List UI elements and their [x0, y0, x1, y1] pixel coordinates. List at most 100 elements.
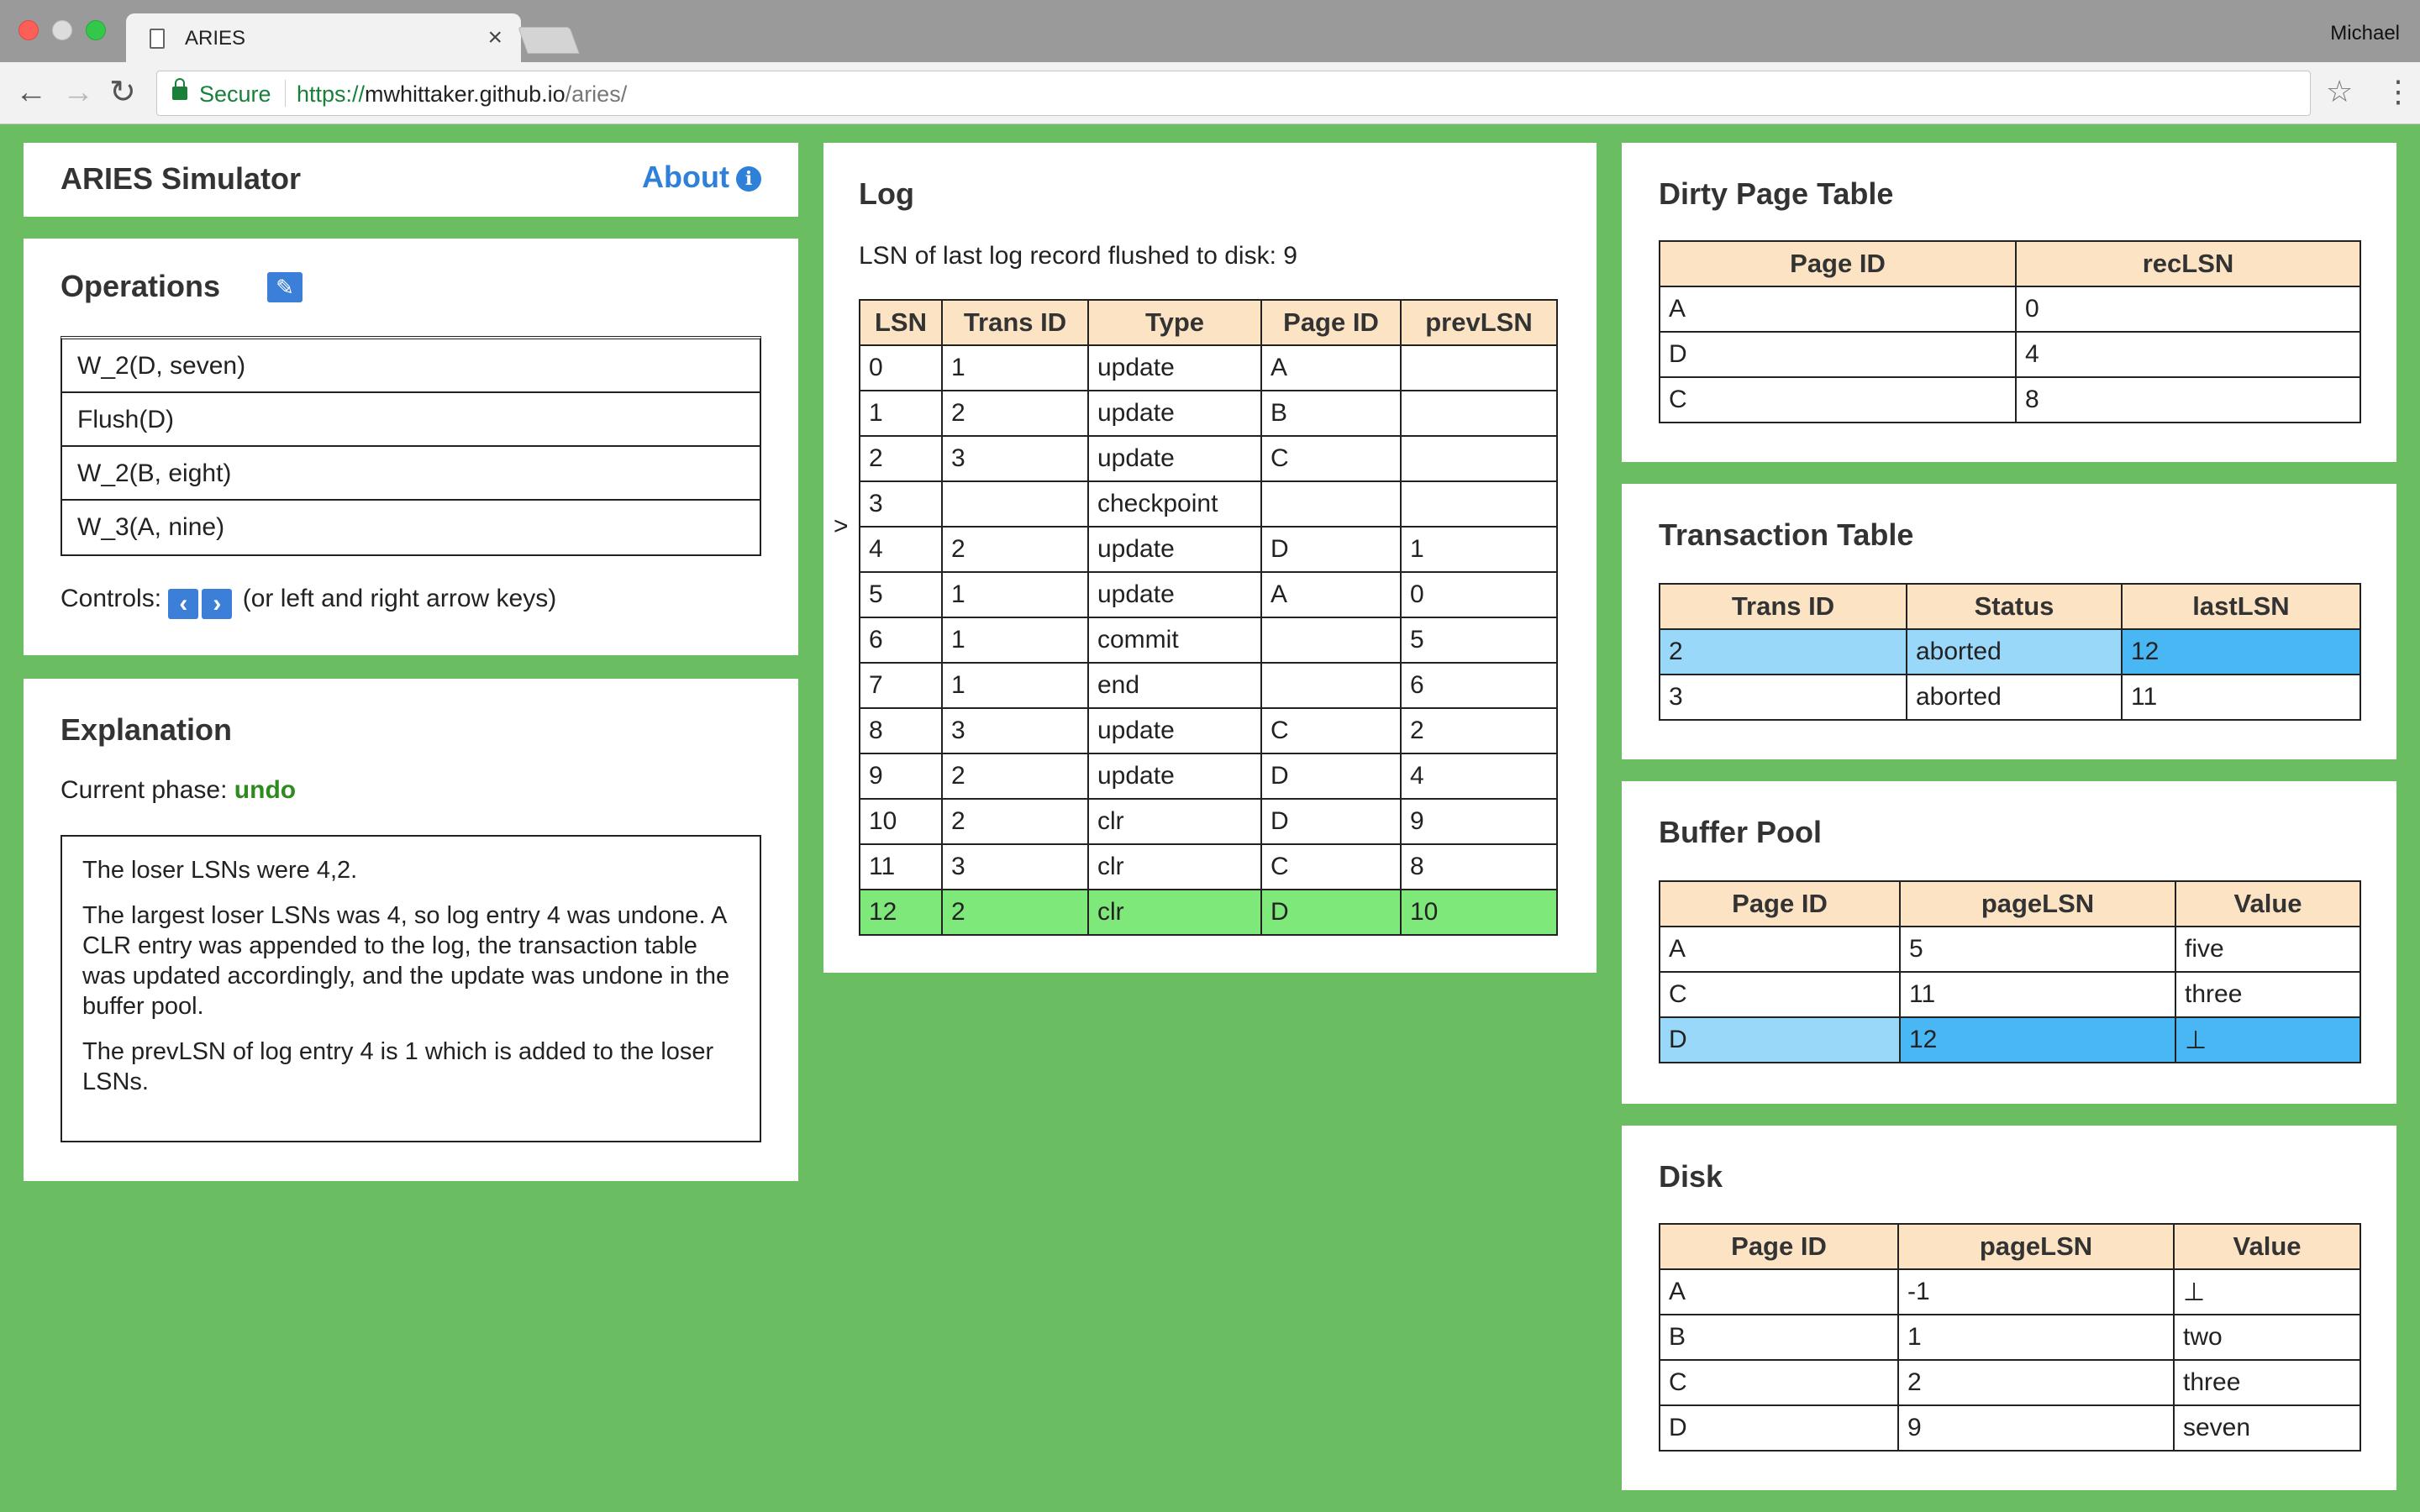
browser-tab-aries[interactable]: ARIES × — [126, 13, 521, 64]
table-cell: 2 — [1400, 707, 1558, 754]
table-cell: D — [1260, 889, 1402, 936]
table-cell: D — [1659, 1404, 1899, 1452]
table-cell: D — [1260, 753, 1402, 800]
table-cell — [941, 480, 1089, 528]
table-row: D4 — [1659, 331, 2361, 378]
table-cell: 3 — [941, 707, 1089, 754]
close-window-button[interactable] — [18, 20, 39, 40]
table-cell: 11 — [2121, 674, 2361, 721]
reload-icon[interactable]: ↻ — [109, 76, 136, 109]
table-row-updated: 2 aborted 12 — [1659, 628, 2361, 675]
table-cell: 2 — [859, 435, 943, 482]
controls-hint: (or left and right arrow keys) — [242, 585, 557, 612]
edit-pencil-icon[interactable]: ✎ — [267, 272, 302, 302]
column-header: prevLSN — [1400, 299, 1558, 346]
browser-menu-icon[interactable]: ⋮ — [2383, 74, 2413, 109]
operations-title: Operations — [60, 269, 221, 303]
table-cell: A — [1659, 1268, 1899, 1315]
back-arrow-icon[interactable]: ← — [15, 76, 47, 109]
table-row: A -1 ⊥ — [1659, 1268, 2361, 1315]
table-cell: A — [1260, 571, 1402, 618]
table-cell: clr — [1087, 889, 1262, 936]
forward-arrow-icon[interactable]: → — [62, 76, 94, 109]
table-cell: 6 — [1400, 662, 1558, 709]
table-cell: 12 — [2121, 628, 2361, 675]
table-cell: 7 — [859, 662, 943, 709]
operation-item: W_3(A, nine) — [77, 513, 225, 541]
disk-table: Page ID pageLSN Value A -1 ⊥ B 1 two C 2 three… — [1659, 1223, 2361, 1452]
table-row: B 1 two — [1659, 1314, 2361, 1361]
table-cell: ⊥ — [2175, 1016, 2361, 1063]
profile-name[interactable]: Michael — [2330, 22, 2400, 45]
url-path: /aries/ — [565, 81, 628, 107]
minimize-window-button[interactable] — [52, 20, 72, 40]
step-forward-button[interactable]: › — [202, 589, 233, 619]
flushed-lsn-text: LSN of last log record flushed to disk: … — [859, 242, 1297, 270]
info-icon: i — [736, 166, 761, 192]
column-header: Value — [2175, 880, 2361, 927]
log-row: 4 2 update D 1 — [859, 526, 1558, 573]
lock-icon — [172, 78, 187, 100]
column-header: Trans ID — [1659, 583, 1907, 630]
table-cell: 0 — [2015, 286, 2361, 333]
table-cell: commit — [1087, 617, 1262, 664]
log-row-new: 12 2 clr D 10 — [859, 889, 1558, 936]
table-cell: 3 — [941, 435, 1089, 482]
table-row: A 5 five — [1659, 926, 2361, 973]
table-cell: aborted — [1906, 628, 2123, 675]
maximize-window-button[interactable] — [86, 20, 106, 40]
table-cell: 2 — [1897, 1359, 2175, 1406]
table-row: A0 — [1659, 286, 2361, 333]
dirty-page-table-panel: Dirty Page Table Page ID recLSN A0 D4 C8 — [1622, 143, 2396, 462]
table-header-row: Page ID recLSN — [1659, 240, 2361, 287]
controls-row: Controls: ‹ › (or left and right arrow ke… — [60, 585, 556, 619]
table-cell: 2 — [1659, 628, 1907, 675]
log-row: 11 3 clr C 8 — [859, 843, 1558, 890]
table-cell: 5 — [1899, 926, 2176, 973]
table-cell: 8 — [859, 707, 943, 754]
explanation-title: Explanation — [60, 712, 233, 747]
table-cell: 2 — [941, 526, 1089, 573]
table-cell: 4 — [2015, 331, 2361, 378]
log-header-row: LSN Trans ID Type Page ID prevLSN — [859, 299, 1558, 346]
transaction-table-panel: Transaction Table Trans ID Status lastLS… — [1622, 484, 2396, 759]
table-cell: 11 — [859, 843, 943, 890]
table-cell: 9 — [1400, 798, 1558, 845]
bookmark-star-icon[interactable]: ☆ — [2326, 74, 2353, 109]
table-cell: three — [2175, 971, 2361, 1018]
step-back-button[interactable]: ‹ — [168, 589, 199, 619]
table-cell: 2 — [941, 798, 1089, 845]
table-cell: update — [1087, 707, 1262, 754]
table-cell: 1 — [941, 617, 1089, 664]
table-row: C8 — [1659, 376, 2361, 423]
table-header-row: Page ID pageLSN Value — [1659, 880, 2361, 927]
buffer-pool-panel: Buffer Pool Page ID pageLSN Value A 5 five… — [1622, 781, 2396, 1104]
new-tab-button[interactable] — [518, 27, 580, 54]
table-cell: 0 — [1400, 571, 1558, 618]
table-cell — [1400, 344, 1558, 391]
log-row: 9 2 update D 4 — [859, 753, 1558, 800]
table-cell: clr — [1087, 843, 1262, 890]
log-row: 10 2 clr D 9 — [859, 798, 1558, 845]
url-separator — [285, 80, 286, 107]
operation-item: Flush(D) — [62, 393, 760, 447]
tab-close-icon[interactable]: × — [487, 24, 502, 52]
table-cell: 8 — [1400, 843, 1558, 890]
table-cell: 1 — [941, 571, 1089, 618]
table-cell: checkpoint — [1087, 480, 1262, 528]
operations-list[interactable]: W_2(D, seven) Flush(D) W_2(B, eight) W_3… — [60, 336, 761, 556]
table-cell: C — [1260, 707, 1402, 754]
url-text[interactable]: https://mwhittaker.github.io/aries/ — [297, 81, 627, 108]
table-cell — [1400, 435, 1558, 482]
about-link[interactable]: About i — [642, 160, 761, 195]
table-cell: clr — [1087, 798, 1262, 845]
explanation-panel: Explanation Current phase: undo The lose… — [24, 679, 798, 1181]
table-cell: 3 — [859, 480, 943, 528]
table-cell — [1400, 480, 1558, 528]
table-cell: A — [1659, 286, 2017, 333]
table-cell: D — [1659, 1016, 1901, 1063]
table-cell: C — [1659, 376, 2017, 423]
table-cell — [1400, 390, 1558, 437]
column-header: recLSN — [2015, 240, 2361, 287]
address-bar[interactable]: Secure https://mwhittaker.github.io/arie… — [156, 71, 2311, 116]
